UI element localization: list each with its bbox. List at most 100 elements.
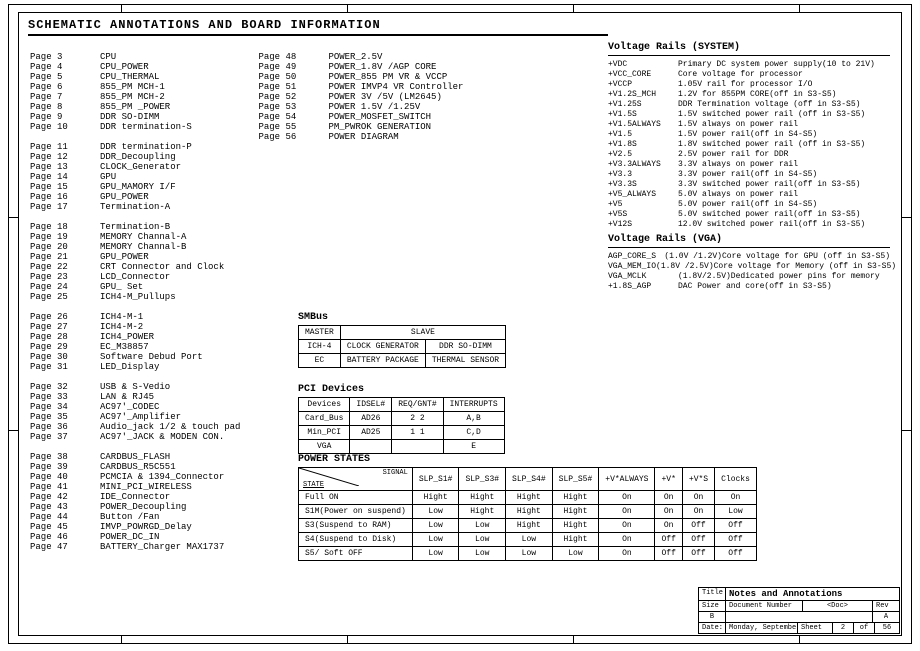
voltage-rail-row: +V3.33.3V power rail(off in S4-S5)	[608, 170, 890, 180]
smbus-block: SMBus MASTERSLAVEICH-4CLOCK GENERATORDDR…	[298, 312, 506, 368]
page-number: Page 41	[30, 482, 100, 492]
cell: BATTERY PACKAGE	[340, 354, 425, 368]
page-label: GPU_MAMORY I/F	[100, 182, 176, 192]
page-label: CARDBUS_FLASH	[100, 452, 170, 462]
page-row: Page 33LAN & RJ45	[30, 392, 240, 402]
rail-name: +V5S	[608, 210, 678, 220]
voltage-rail-row: +VCC_CORECore voltage for processor	[608, 70, 890, 80]
page-number: Page 56	[258, 132, 328, 142]
page-row: Page 7855_PM MCH-2	[30, 92, 240, 102]
cell: 1 1	[392, 426, 443, 440]
cell: Card_Bus	[299, 412, 350, 426]
page-label: Software Debud Port	[100, 352, 203, 362]
page-number: Page 17	[30, 202, 100, 212]
cell: On	[599, 505, 655, 519]
page-label: 855_PM MCH-2	[100, 92, 165, 102]
page-number: Page 35	[30, 412, 100, 422]
voltage-rail-row: +V3.3S3.3V switched power rail(off in S3…	[608, 180, 890, 190]
th: +V*	[655, 468, 682, 491]
page-row: Page 39CARDBUS_R5C551	[30, 462, 240, 472]
page-row: Page 4CPU_POWER	[30, 62, 240, 72]
th: REQ/GNT#	[392, 398, 443, 412]
cell: Low	[459, 519, 506, 533]
page-label: PM_PWROK GENERATION	[328, 122, 431, 132]
page-number: Page 9	[30, 112, 100, 122]
page-label: AC97'_Amplifier	[100, 412, 181, 422]
page-label: CLOCK_Generator	[100, 162, 181, 172]
rail-name: VGA_MCLK	[608, 272, 678, 282]
page-label: DDR termination-S	[100, 122, 192, 132]
page-label: POWER_855 PM VR & VCCP	[328, 72, 447, 82]
page-row: Page 48POWER_2.5V	[258, 52, 463, 62]
page-label: POWER 1.5V /1.25V	[328, 102, 420, 112]
page-number: Page 22	[30, 262, 100, 272]
th: SLP_S3#	[459, 468, 506, 491]
rail-name: AGP_CORE_S	[608, 252, 664, 262]
cell: CLOCK GENERATOR	[340, 340, 425, 354]
page-label: 855_PM _POWER	[100, 102, 170, 112]
voltage-rail-row: +V1.51.5V power rail(off in S4-S5)	[608, 130, 890, 140]
page-number: Page 19	[30, 232, 100, 242]
rail-desc: 1.5V switched power rail (off in S3-S5)	[678, 110, 865, 120]
voltage-rail-row: +V1.25SDDR Termination voltage (off in S…	[608, 100, 890, 110]
page-label: IDE_Connector	[100, 492, 170, 502]
th: SLP_S1#	[412, 468, 459, 491]
tb-rev-value: A	[873, 612, 899, 622]
cell: Low	[459, 547, 506, 561]
rail-desc: 3.3V switched power rail(off in S3-S5)	[678, 180, 860, 190]
page-number: Page 42	[30, 492, 100, 502]
rail-desc: 1.5V always on power rail	[678, 120, 798, 130]
page-row: Page 37AC97'_JACK & MODEN CON.	[30, 432, 240, 442]
cell: Low	[506, 533, 553, 547]
page-row: Page 56POWER DIAGRAM	[258, 132, 463, 142]
tb-date-value: Monday, September 08, 2003	[726, 623, 798, 633]
frame-tick	[573, 4, 574, 12]
page-row: Page 53POWER 1.5V /1.25V	[258, 102, 463, 112]
page-row: Page 49POWER_1.8V /AGP CORE	[258, 62, 463, 72]
page-number: Page 48	[258, 52, 328, 62]
page-number: Page 18	[30, 222, 100, 232]
rail-name: +VDC	[608, 60, 678, 70]
title-underline	[28, 34, 608, 36]
page-row: Page 29EC_M38857	[30, 342, 240, 352]
page-label: PCMCIA & 1394_Connector	[100, 472, 224, 482]
page-row: Page 50POWER_855 PM VR & VCCP	[258, 72, 463, 82]
page-number: Page 54	[258, 112, 328, 122]
page-row: Page 55PM_PWROK GENERATION	[258, 122, 463, 132]
page-number: Page 23	[30, 272, 100, 282]
cell: Low	[459, 533, 506, 547]
rail-desc: 1.8V switched power rail (off in S3-S5)	[678, 140, 865, 150]
rail-name: +V3.3S	[608, 180, 678, 190]
page-row: Page 52POWER 3V /5V (LM2645)	[258, 92, 463, 102]
page-label: DDR_Decoupling	[100, 152, 176, 162]
voltage-rails-system: Voltage Rails (SYSTEM) +VDCPrimary DC sy…	[608, 40, 890, 230]
page-label: GPU	[100, 172, 116, 182]
rail-desc: 1.2V for 855PM CORE(off in S3-S5)	[678, 90, 836, 100]
rail-name: +V1.25S	[608, 100, 678, 110]
tb-docnum-label: Document Number	[726, 601, 803, 611]
cell: C,D	[443, 426, 504, 440]
rail-desc: 3.3V always on power rail	[678, 160, 798, 170]
page-row: Page 10DDR termination-S	[30, 122, 240, 132]
page-row: Page 3CPU	[30, 52, 240, 62]
page-label: ICH4-M_Pullups	[100, 292, 176, 302]
rail-desc: Core voltage for processor	[678, 70, 803, 80]
frame-tick	[121, 636, 122, 644]
page-title: SCHEMATIC ANNOTATIONS AND BOARD INFORMAT…	[28, 18, 381, 32]
cell: AD25	[350, 426, 392, 440]
page-row: Page 18Termination-B	[30, 222, 240, 232]
block-title: SMBus	[298, 312, 506, 323]
state-cell: S3(Suspend to RAM)	[299, 519, 413, 533]
cell: Low	[552, 547, 599, 561]
page-number: Page 8	[30, 102, 100, 112]
page-row: Page 32USB & S-Vedio	[30, 382, 240, 392]
page-label: EC_M38857	[100, 342, 149, 352]
cell: EC	[299, 354, 341, 368]
page-label: POWER 3V /5V (LM2645)	[328, 92, 441, 102]
section-title: Voltage Rails (SYSTEM)	[608, 40, 890, 56]
cell: Off	[682, 533, 714, 547]
page-index-col1: Page 3CPUPage 4CPU_POWERPage 5CPU_THERMA…	[30, 52, 240, 552]
page-row: Page 34AC97'_CODEC	[30, 402, 240, 412]
rail-desc: (1.8V /2.5V)Core voltage for Memory (off…	[656, 262, 896, 272]
rail-name: +V1.5ALWAYS	[608, 120, 678, 130]
